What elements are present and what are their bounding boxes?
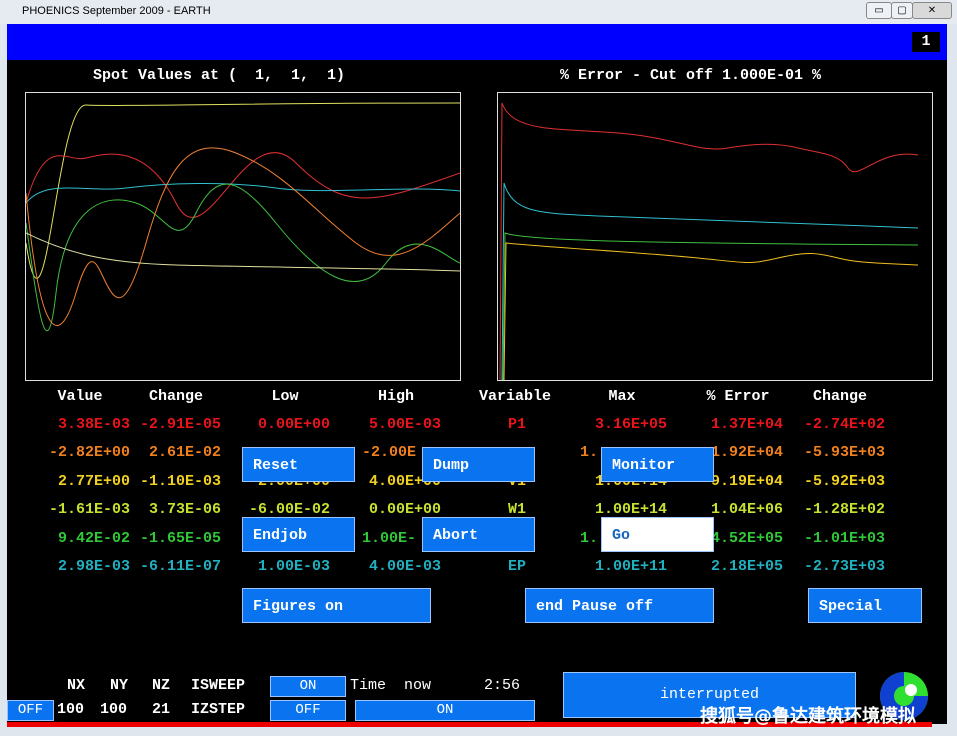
table-cell: 1.37E+04: [710, 416, 783, 433]
error-plot: [497, 92, 933, 381]
monitor-button[interactable]: Monitor: [601, 447, 714, 482]
table-cell: -1.28E+02: [803, 501, 885, 518]
header-band: [7, 24, 947, 60]
column-header: Variable: [478, 388, 551, 405]
table-cell: -2.82E+00: [48, 444, 130, 461]
maximize-button[interactable]: ▢: [891, 2, 913, 19]
table-cell: -1.01E+03: [803, 530, 885, 547]
error-red: [499, 102, 919, 380]
table-cell: 3.16E+05: [594, 416, 667, 433]
time-label: Time now: [350, 677, 432, 694]
column-header: Max: [608, 388, 636, 405]
watermark: 搜狐号@鲁达建筑环境模拟: [700, 706, 916, 727]
table-cell: W1: [507, 501, 526, 518]
table-cell: 2.61E-02: [148, 444, 221, 461]
izstep-label: IZSTEP: [191, 701, 246, 718]
nz-label: NZ: [152, 677, 171, 694]
nz-value: 21: [152, 701, 171, 718]
error-title: % Error - Cut off 1.000E-01 %: [560, 67, 822, 84]
isweep-toggle[interactable]: ON: [270, 676, 346, 697]
column-header: Change: [812, 388, 867, 405]
minimize-button[interactable]: ▭: [866, 2, 892, 19]
table-cell: -6.11E-07: [139, 558, 221, 575]
ny-value: 100: [100, 701, 128, 718]
table-cell: 3.73E-06: [148, 501, 221, 518]
table-cell: EP: [507, 558, 526, 575]
table-cell: 2.98E-03: [57, 558, 130, 575]
error-green: [502, 232, 919, 380]
curve-green: [26, 183, 460, 332]
table-cell: -5.92E+03: [803, 473, 885, 490]
reset-button[interactable]: Reset: [242, 447, 355, 482]
spot-values-title: Spot Values at ( 1, 1, 1): [93, 67, 346, 84]
table-cell: 2.18E+05: [710, 558, 783, 575]
nx-label: NX: [67, 677, 86, 694]
nx-value: 100: [57, 701, 85, 718]
curve-orange: [26, 147, 460, 327]
isweep-label: ISWEEP: [191, 677, 246, 694]
abort-button[interactable]: Abort: [422, 517, 535, 552]
table-cell: 1.00E+14: [594, 501, 667, 518]
column-header: Change: [148, 388, 203, 405]
table-cell: -6.00E-02: [248, 501, 330, 518]
table-cell: 1.00E+11: [594, 558, 667, 575]
error-yellow: [503, 242, 919, 380]
table-cell: 0.00E+00: [257, 416, 330, 433]
endjob-button[interactable]: Endjob: [242, 517, 355, 552]
table-cell: 1.04E+06: [710, 501, 783, 518]
column-header: High: [377, 388, 414, 405]
column-header: % Error: [706, 388, 770, 405]
dump-button[interactable]: Dump: [422, 447, 535, 482]
table-cell: 2.77E+00: [57, 473, 130, 490]
pause-off-button[interactable]: end Pause off: [525, 588, 714, 623]
table-cell: -2.73E+03: [803, 558, 885, 575]
izstep-toggle[interactable]: OFF: [270, 700, 346, 721]
table-cell: 3.38E-03: [57, 416, 130, 433]
ny-label: NY: [110, 677, 129, 694]
table-cell: -1.61E-03: [48, 501, 130, 518]
figures-on-button[interactable]: Figures on: [242, 588, 431, 623]
table-cell: -1.10E-03: [139, 473, 221, 490]
error-cyan: [501, 182, 919, 380]
on-button[interactable]: ON: [355, 700, 535, 721]
go-button[interactable]: Go: [601, 517, 714, 552]
spot-values-plot: [25, 92, 461, 381]
curve-lightyellow: [26, 232, 460, 272]
table-cell: 1.00E-03: [257, 558, 330, 575]
column-header: Value: [57, 388, 103, 405]
page-number: 1: [912, 32, 940, 52]
time-value: 2:56: [484, 677, 521, 694]
table-cell: 9.42E-02: [57, 530, 130, 547]
table-cell: -2.74E+02: [803, 416, 885, 433]
column-header: Low: [271, 388, 299, 405]
table-cell: P1: [507, 416, 526, 433]
window-title: PHOENICS September 2009 - EARTH: [22, 5, 211, 17]
left-off-toggle[interactable]: OFF: [7, 700, 54, 721]
table-cell: -5.93E+03: [803, 444, 885, 461]
table-cell: -1.65E-05: [139, 530, 221, 547]
table-cell: -2.91E-05: [139, 416, 221, 433]
close-button[interactable]: ✕: [912, 2, 952, 19]
special-button[interactable]: Special: [808, 588, 922, 623]
curve-cyan: [26, 182, 460, 204]
